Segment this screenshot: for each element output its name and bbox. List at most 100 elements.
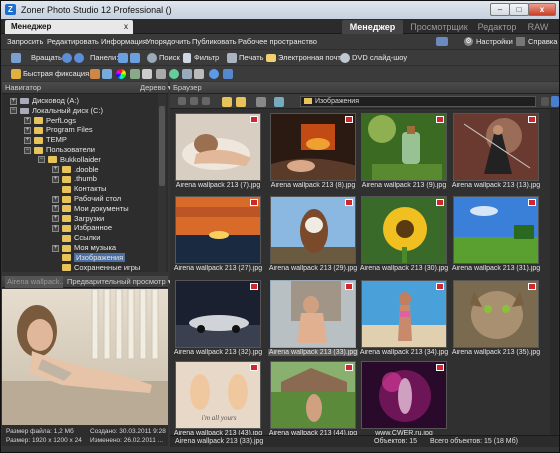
dvd-slideshow-button[interactable]: DVD слайд-шоу: [352, 53, 407, 62]
minimize-button[interactable]: –: [490, 3, 510, 16]
expand-toggle-icon[interactable]: +: [24, 136, 31, 144]
thumbnail-image[interactable]: [361, 361, 447, 429]
maximize-button[interactable]: □: [509, 3, 529, 16]
thumbnail-image[interactable]: [175, 196, 261, 264]
thumbnail-item[interactable]: i'm all yours Airena wallpack 213 (43).jp…: [173, 359, 262, 440]
module-tab-raw[interactable]: RAW: [521, 20, 555, 34]
thumbnail-image[interactable]: [270, 113, 356, 181]
crop-icon[interactable]: [90, 69, 100, 79]
new-folder-icon[interactable]: [222, 97, 232, 107]
menu-item-request[interactable]: Запросить: [7, 37, 43, 46]
thumbnail-item[interactable]: Airena wallpack 213 (32).jpg: [173, 278, 262, 359]
email-button[interactable]: Электронная почта: [278, 53, 345, 62]
tab-close-icon[interactable]: x: [124, 22, 128, 31]
tab-manager-document[interactable]: Менеджер x: [5, 20, 133, 34]
module-tab-editor[interactable]: Редактор: [475, 20, 519, 34]
navigator-mode-select[interactable]: Дерево ▾: [140, 82, 172, 94]
expand-toggle-icon[interactable]: +: [10, 97, 17, 105]
tree-item[interactable]: Сохраненные игры: [52, 262, 140, 272]
refresh-icon[interactable]: [209, 69, 219, 79]
print-button[interactable]: Печать: [239, 53, 264, 62]
sharpen-icon[interactable]: [142, 69, 152, 79]
monitor-icon[interactable]: [436, 37, 448, 46]
expand-toggle-icon[interactable]: −: [10, 107, 17, 115]
thumbnail-image[interactable]: i'm all yours: [175, 361, 261, 429]
search-icon[interactable]: [147, 53, 157, 63]
menu-item-publish[interactable]: Публиковать: [192, 37, 237, 46]
expand-toggle-icon[interactable]: +: [52, 175, 59, 183]
thumbnail-item[interactable]: Airena wallpack 213 (9).jpg: [359, 111, 448, 192]
thumbnail-item[interactable]: Airena wallpack 213 (8).jpg: [268, 111, 357, 192]
tree-scrollbar[interactable]: [158, 94, 166, 272]
tree-scroll-thumb[interactable]: [159, 106, 165, 186]
thumbnail-image[interactable]: [270, 361, 356, 429]
thumbnail-item[interactable]: Airena wallpack 213 (33).jpg: [268, 278, 358, 359]
levels-icon[interactable]: [130, 69, 140, 79]
back-icon[interactable]: [11, 53, 21, 63]
convert-icon[interactable]: [182, 69, 192, 79]
expand-toggle-icon[interactable]: +: [52, 195, 59, 203]
rotate-right-icon[interactable]: [74, 53, 84, 63]
text-icon[interactable]: [156, 69, 166, 79]
view-mode-icon[interactable]: [274, 97, 284, 107]
path-field[interactable]: Изображения: [300, 96, 536, 107]
thumbnail-item[interactable]: Airena wallpack 213 (29).jpg: [268, 194, 357, 275]
thumbnail-item[interactable]: www.CWER.ru.jpg: [359, 359, 448, 440]
thumbnail-item[interactable]: Airena wallpack 213 (35).jpg: [451, 278, 540, 359]
expand-toggle-icon[interactable]: +: [52, 224, 59, 232]
open-folder-icon[interactable]: [236, 97, 246, 107]
expand-toggle-icon[interactable]: −: [24, 146, 31, 154]
sort-icon[interactable]: [256, 97, 266, 107]
thumbnail-image[interactable]: [175, 113, 261, 181]
expand-toggle-icon[interactable]: +: [52, 244, 59, 252]
thumbnail-image[interactable]: [175, 280, 261, 348]
thumbnail-image[interactable]: [453, 113, 539, 181]
thumbnail-image[interactable]: [453, 196, 539, 264]
browser-scrollbar[interactable]: [550, 109, 558, 435]
resize-icon[interactable]: [102, 69, 112, 79]
thumbnail-item[interactable]: Airena wallpack 213 (30).jpg: [359, 194, 448, 275]
thumbnail-item[interactable]: Airena wallpack 213 (13).jpg: [451, 111, 540, 192]
thumbnail-image[interactable]: [270, 196, 356, 264]
dvd-icon[interactable]: [340, 53, 350, 63]
thumbnail-item[interactable]: Airena wallpack 213 (7).jpg: [173, 111, 262, 192]
expand-toggle-icon[interactable]: −: [38, 156, 45, 164]
thumbnail-item[interactable]: Airena wallpack 213 (31).jpg: [451, 194, 540, 275]
menu-item-edit[interactable]: Редактировать: [47, 37, 99, 46]
menu-item-help[interactable]: Справка: [528, 37, 557, 46]
module-tab-viewer[interactable]: Просмотрщик: [405, 20, 473, 34]
menu-item-workspace[interactable]: Рабочее пространство: [238, 37, 317, 46]
printer-icon[interactable]: [227, 53, 237, 63]
back-arrow-icon[interactable]: [178, 97, 186, 105]
expand-toggle-icon[interactable]: +: [52, 166, 59, 174]
quick-fix-button[interactable]: Быстрая фиксация...: [23, 69, 95, 78]
panel-right-icon[interactable]: [130, 53, 140, 63]
export-icon[interactable]: [223, 69, 233, 79]
expand-toggle-icon[interactable]: +: [52, 205, 59, 213]
panel-left-icon[interactable]: [118, 53, 128, 63]
menu-item-info[interactable]: Информация: [101, 37, 147, 46]
up-arrow-icon[interactable]: [202, 97, 210, 105]
refresh-browser-icon[interactable]: [551, 96, 559, 107]
effects-icon[interactable]: [169, 69, 179, 79]
email-icon[interactable]: [266, 54, 276, 62]
thumbnail-image[interactable]: [361, 280, 447, 348]
thumbnail-image[interactable]: [361, 113, 447, 181]
thumbnail-image[interactable]: [270, 280, 356, 348]
expand-toggle-icon[interactable]: +: [24, 126, 31, 134]
close-button[interactable]: x: [528, 3, 556, 16]
path-dropdown-icon[interactable]: [541, 97, 549, 106]
thumbnail-image[interactable]: [361, 196, 447, 264]
menu-item-settings[interactable]: Настройки: [476, 37, 513, 46]
filter-button[interactable]: Фильтр: [194, 53, 219, 62]
quick-fix-icon[interactable]: [11, 69, 21, 79]
color-wheel-icon[interactable]: [116, 69, 126, 79]
thumbnail-item[interactable]: Airena wallpack 213 (34).jpg: [359, 278, 448, 359]
search-button[interactable]: Поиск: [159, 53, 180, 62]
thumbnail-image[interactable]: [453, 280, 539, 348]
filter-icon[interactable]: [183, 53, 191, 63]
batch-icon[interactable]: [194, 69, 204, 79]
expand-toggle-icon[interactable]: +: [24, 117, 31, 125]
menu-item-organize[interactable]: Упорядочить: [146, 37, 191, 46]
forward-arrow-icon[interactable]: [190, 97, 198, 105]
